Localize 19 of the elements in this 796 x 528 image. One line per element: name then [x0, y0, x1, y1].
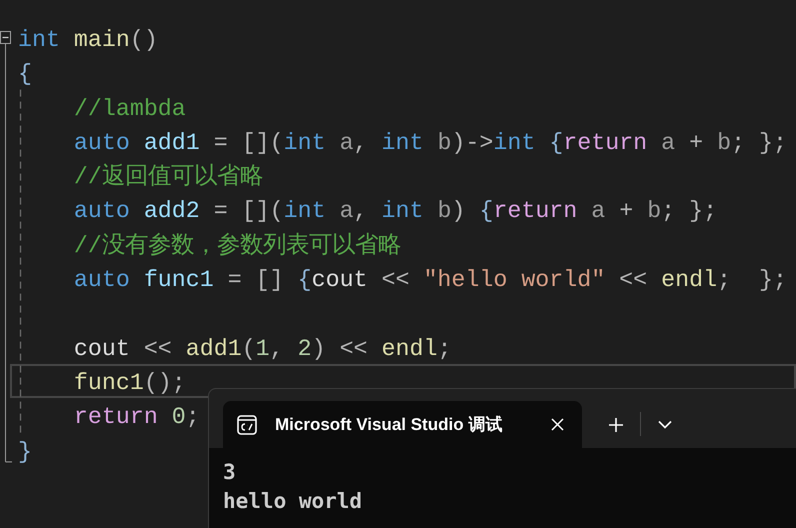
- code-line: cout << add1(1, 2) << endl;: [72, 334, 452, 364]
- code-line: return 0;: [72, 403, 201, 432]
- code-line: //返回值可以省略: [72, 162, 264, 192]
- chevron-down-icon: [658, 420, 672, 429]
- code-line: //没有参数，参数列表可以省略: [72, 232, 402, 261]
- code-line: auto add2 = [](int a, int b) {return a + b; };: [72, 197, 718, 226]
- code-line: }: [17, 438, 33, 467]
- code-line: auto func1 = [] {cout << "hello world" << endl; };: [72, 266, 788, 296]
- fold-toggle-icon[interactable]: [0, 31, 11, 44]
- terminal-output-line: 3: [223, 459, 237, 486]
- code-line: auto add1 = [](int a, int b)->int {return a + b; };: [72, 128, 788, 158]
- terminal-tab[interactable]: Microsoft Visual Studio 调试: [223, 401, 582, 448]
- close-icon[interactable]: [551, 418, 564, 431]
- code-line: int main(): [17, 26, 159, 55]
- terminal-output-line: hello world: [223, 488, 364, 515]
- code-line: //lambda: [72, 94, 187, 124]
- terminal-app-icon: [237, 414, 257, 434]
- plus-icon: [608, 416, 624, 432]
- code-line: {: [17, 60, 33, 90]
